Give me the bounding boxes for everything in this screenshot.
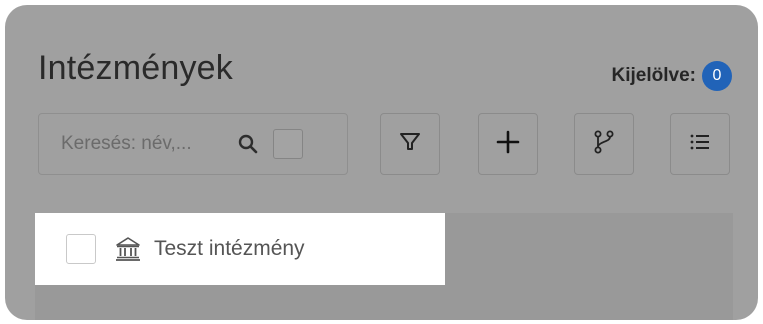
list-view-button[interactable]: [670, 113, 730, 175]
institutions-panel: Intézmények Kijelölve: 0 Keresés: név,..…: [5, 5, 758, 320]
add-button[interactable]: [478, 113, 538, 175]
row-checkbox[interactable]: [66, 234, 96, 264]
filter-icon: [396, 128, 424, 161]
branch-button[interactable]: [574, 113, 634, 175]
selected-counter: Kijelölve: 0: [612, 61, 732, 91]
search-icon[interactable]: [237, 133, 259, 155]
list-icon: [686, 128, 714, 161]
filter-button[interactable]: [380, 113, 440, 175]
item-label: Teszt intézmény: [154, 237, 305, 260]
plus-icon: [494, 128, 522, 161]
search-box[interactable]: [38, 113, 348, 175]
page-title: Intézmények: [38, 49, 233, 87]
search-checkbox[interactable]: [273, 129, 303, 159]
search-input[interactable]: [61, 133, 231, 155]
list-item[interactable]: Teszt intézmény: [35, 213, 445, 285]
institution-list: Teszt intézmény: [35, 213, 733, 320]
bank-icon: [114, 235, 142, 263]
selected-label: Kijelölve:: [611, 65, 696, 86]
branch-icon: [590, 128, 618, 161]
selected-count-badge: 0: [702, 61, 732, 91]
